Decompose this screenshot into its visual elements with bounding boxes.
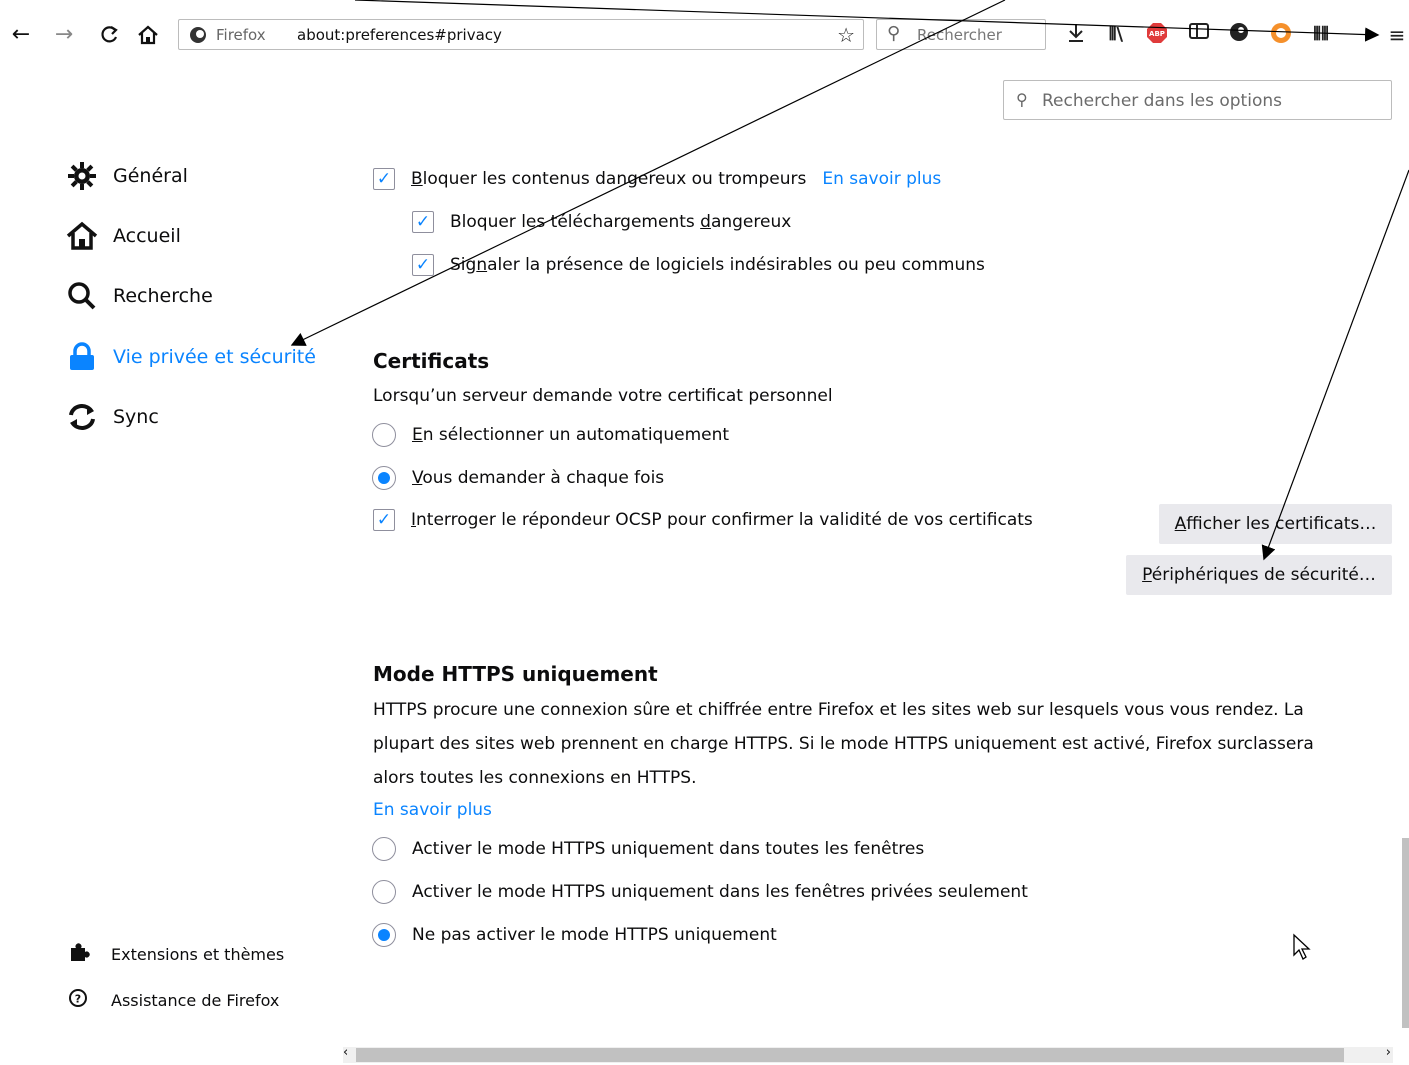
ocsp-label: Interroger le répondeur OCSP pour confir… (411, 510, 1033, 530)
sidebar-item-label: Recherche (113, 285, 213, 307)
options-search-input[interactable]: ⚲ Rechercher dans les options (1003, 80, 1392, 120)
https-learn-more-link[interactable]: En savoir plus (373, 800, 492, 820)
options-search-placeholder: Rechercher dans les options (1042, 91, 1282, 111)
block-downloads-checkbox-row[interactable]: ✓ Bloquer les téléchargements dangereux (412, 211, 791, 233)
sidebar-item-label: Vie privée et sécurité (113, 346, 316, 368)
adblock-icon[interactable]: ABP (1144, 22, 1170, 48)
https-all-windows-radio[interactable] (372, 837, 396, 861)
ocsp-checkbox[interactable]: ✓ (373, 509, 395, 531)
footer-label: Extensions et thèmes (111, 944, 285, 964)
sidebar-item-privacy[interactable]: Vie privée et sécurité (66, 341, 316, 373)
warn-unwanted-checkbox[interactable]: ✓ (412, 254, 434, 276)
view-certificates-button[interactable]: Afficher les certificats… (1159, 504, 1392, 544)
https-private-windows-radio-row[interactable]: Activer le mode HTTPS uniquement dans le… (372, 880, 1028, 904)
block-dangerous-checkbox[interactable]: ✓ (373, 168, 395, 190)
block-dangerous-checkbox-row[interactable]: ✓ Bloquer les contenus dangereux ou trom… (373, 168, 941, 190)
home-icon (66, 221, 100, 251)
learn-more-link[interactable]: En savoir plus (822, 169, 941, 189)
auto-select-radio[interactable] (372, 423, 396, 447)
https-all-windows-radio-row[interactable]: Activer le mode HTTPS uniquement dans to… (372, 837, 924, 861)
auto-select-label: En sélectionner un automatiquement (412, 425, 730, 445)
puzzle-icon (68, 941, 98, 967)
ocsp-checkbox-row[interactable]: ✓ Interroger le répondeur OCSP pour conf… (373, 509, 1033, 531)
description-line: plupart des sites web prennent en charge… (373, 734, 1314, 754)
bookmark-star-icon[interactable]: ☆ (837, 23, 855, 47)
browser-toolbar: ← → Firefox about:preferences#privacy ☆ … (0, 0, 1409, 50)
https-only-heading: Mode HTTPS uniquement (373, 662, 658, 686)
reload-icon[interactable] (94, 20, 124, 50)
sidebar-footer-support[interactable]: ? Assistance de Firefox (68, 987, 279, 1013)
arrow-to-security-devices (1261, 169, 1409, 561)
warn-unwanted-label: Signaler la présence de logiciels indési… (450, 255, 985, 275)
scroll-left-arrow-icon[interactable]: ‹ (343, 1045, 348, 1060)
search-placeholder: Rechercher (917, 26, 1002, 44)
sidebar-item-sync[interactable]: Sync (66, 401, 159, 433)
sidebar-item-label: Sync (113, 406, 159, 428)
vertical-scrollbar-thumb[interactable] (1402, 838, 1409, 1028)
library-icon[interactable]: ⫴\ (1104, 22, 1128, 48)
https-only-description: HTTPS procure une connexion sûre et chif… (373, 693, 1314, 795)
https-option-label: Activer le mode HTTPS uniquement dans to… (412, 839, 925, 859)
svg-text:?: ? (75, 993, 81, 1006)
warn-unwanted-checkbox-row[interactable]: ✓ Signaler la présence de logiciels indé… (412, 254, 985, 276)
search-icon: ⚲ (887, 23, 901, 44)
ask-every-time-radio-row[interactable]: Vous demander à chaque fois (372, 466, 664, 490)
block-dangerous-label: Bloquer les contenus dangereux ou trompe… (411, 169, 807, 189)
ask-every-time-label: Vous demander à chaque fois (412, 468, 665, 488)
forward-arrow-icon[interactable]: → (49, 20, 79, 50)
firefox-icon (190, 27, 206, 43)
lock-icon (66, 342, 100, 372)
auto-select-radio-row[interactable]: En sélectionner un automatiquement (372, 423, 729, 447)
description-line: HTTPS procure une connexion sûre et chif… (373, 700, 1304, 720)
security-devices-button[interactable]: Périphériques de sécurité… (1126, 555, 1392, 595)
footer-label: Assistance de Firefox (111, 990, 280, 1010)
certificates-heading: Certificats (373, 349, 490, 373)
https-disabled-radio-row[interactable]: Ne pas activer le mode HTTPS uniquement (372, 923, 777, 947)
https-option-label: Ne pas activer le mode HTTPS uniquement (412, 925, 777, 945)
hamburger-menu-icon[interactable]: ≡ (1386, 22, 1408, 48)
description-line: alors toutes les connexions en HTTPS. (373, 768, 697, 788)
home-icon[interactable] (133, 20, 163, 50)
search-bar[interactable]: ⚲ Rechercher (876, 19, 1046, 50)
help-icon: ? (68, 987, 98, 1013)
search-icon: ⚲ (1016, 90, 1028, 109)
identity-label: Firefox (216, 26, 266, 44)
sidebar-item-search[interactable]: Recherche (66, 280, 213, 312)
url-bar[interactable]: Firefox about:preferences#privacy ☆ (178, 19, 864, 50)
mouse-cursor-icon (1293, 933, 1311, 960)
duckduckgo-icon[interactable] (1268, 22, 1294, 48)
extension-icon[interactable] (1226, 22, 1252, 48)
columns-icon[interactable]: ⦀⦀ (1308, 22, 1334, 48)
ask-every-time-radio[interactable] (372, 466, 396, 490)
back-arrow-icon[interactable]: ← (6, 20, 36, 50)
sidebar-item-general[interactable]: Général (66, 160, 188, 192)
https-disabled-radio[interactable] (372, 923, 396, 947)
sidebar-footer-extensions[interactable]: Extensions et thèmes (68, 941, 284, 967)
download-icon[interactable] (1064, 22, 1088, 48)
sidebar-item-label: Général (113, 165, 188, 187)
block-downloads-checkbox[interactable]: ✓ (412, 211, 434, 233)
certificates-description: Lorsqu’un serveur demande votre certific… (373, 386, 833, 406)
sidebar-item-home[interactable]: Accueil (66, 220, 181, 252)
sidebar-toggle-icon[interactable] (1186, 22, 1212, 48)
sidebar-item-label: Accueil (113, 225, 181, 247)
url-text[interactable]: about:preferences#privacy (297, 26, 502, 44)
https-option-label: Activer le mode HTTPS uniquement dans le… (412, 882, 1028, 902)
svg-text:ABP: ABP (1149, 30, 1165, 38)
search-icon (66, 281, 100, 311)
block-downloads-label: Bloquer les téléchargements dangereux (450, 212, 792, 232)
horizontal-scrollbar[interactable]: ‹ › (343, 1045, 1393, 1063)
scroll-right-arrow-icon[interactable]: › (1386, 1045, 1391, 1060)
gear-icon (66, 161, 100, 191)
horizontal-scrollbar-thumb[interactable] (356, 1048, 1344, 1062)
https-private-windows-radio[interactable] (372, 880, 396, 904)
sync-icon (66, 402, 100, 432)
